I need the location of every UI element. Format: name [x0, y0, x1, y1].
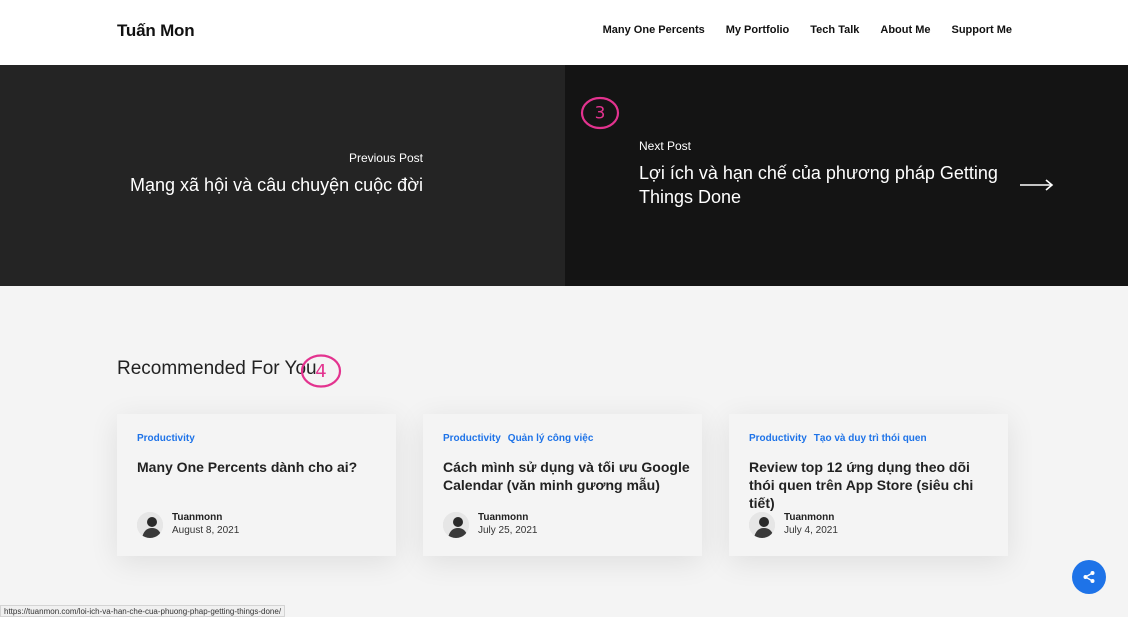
nav-tech-talk[interactable]: Tech Talk [810, 24, 859, 36]
card-date: July 4, 2021 [784, 525, 838, 536]
arrow-right-icon[interactable] [1020, 178, 1054, 192]
previous-post-link[interactable]: Previous Post Mạng xã hội và câu chuyện … [0, 65, 565, 286]
category-link[interactable]: Quản lý công việc [508, 433, 594, 444]
card-title[interactable]: Cách mình sử dụng và tối ưu Google Calen… [443, 458, 693, 494]
card-author[interactable]: Tuanmonn [172, 512, 222, 523]
recommended-card[interactable]: Productivity Tạo và duy trì thói quen Re… [729, 414, 1008, 556]
recommended-card[interactable]: Productivity Many One Percents dành cho … [117, 414, 396, 556]
recommended-title: Recommended For You [117, 358, 317, 379]
category-link[interactable]: Productivity [137, 433, 195, 444]
nav-my-portfolio[interactable]: My Portfolio [726, 24, 790, 36]
annotation-4-label: 4 [315, 361, 326, 382]
share-button[interactable] [1072, 560, 1106, 594]
next-post-link[interactable]: 3 Next Post Lợi ích và hạn chế của phươn… [565, 65, 1128, 286]
category-link[interactable]: Tạo và duy trì thói quen [814, 433, 927, 444]
card-author[interactable]: Tuanmonn [784, 512, 834, 523]
card-categories: Productivity [137, 433, 195, 444]
recommended-card[interactable]: Productivity Quản lý công việc Cách mình… [423, 414, 702, 556]
annotation-4: 4 [301, 354, 342, 388]
main-nav: Many One Percents My Portfolio Tech Talk… [603, 24, 1012, 36]
nav-support-me[interactable]: Support Me [952, 24, 1013, 36]
recommended-cards: Productivity Many One Percents dành cho … [117, 414, 1008, 556]
card-date: July 25, 2021 [478, 525, 538, 536]
status-bar-url: https://tuanmon.com/loi-ich-va-han-che-c… [0, 605, 286, 617]
avatar [137, 512, 163, 538]
card-author[interactable]: Tuanmonn [478, 512, 528, 523]
nav-many-one-percents[interactable]: Many One Percents [603, 24, 705, 36]
annotation-3-label: 3 [595, 104, 606, 124]
next-post-title[interactable]: Lợi ích và hạn chế của phương pháp Getti… [639, 161, 1009, 209]
nav-about-me[interactable]: About Me [880, 24, 930, 36]
previous-post-title[interactable]: Mạng xã hội và câu chuyện cuộc đời [130, 175, 423, 196]
card-categories: Productivity Quản lý công việc [443, 433, 593, 444]
card-date: August 8, 2021 [172, 525, 240, 536]
card-title[interactable]: Review top 12 ứng dụng theo dõi thói que… [749, 458, 999, 512]
card-categories: Productivity Tạo và duy trì thói quen [749, 433, 927, 444]
annotation-3: 3 [580, 96, 620, 130]
share-icon [1083, 571, 1095, 583]
category-link[interactable]: Productivity [749, 433, 807, 444]
next-post-label: Next Post [639, 139, 692, 153]
card-title[interactable]: Many One Percents dành cho ai? [137, 458, 387, 476]
avatar [443, 512, 469, 538]
avatar [749, 512, 775, 538]
category-link[interactable]: Productivity [443, 433, 501, 444]
previous-post-label: Previous Post [348, 151, 423, 165]
site-logo[interactable]: Tuấn Mon [117, 21, 195, 41]
site-header: Tuấn Mon Many One Percents My Portfolio … [0, 0, 1128, 65]
